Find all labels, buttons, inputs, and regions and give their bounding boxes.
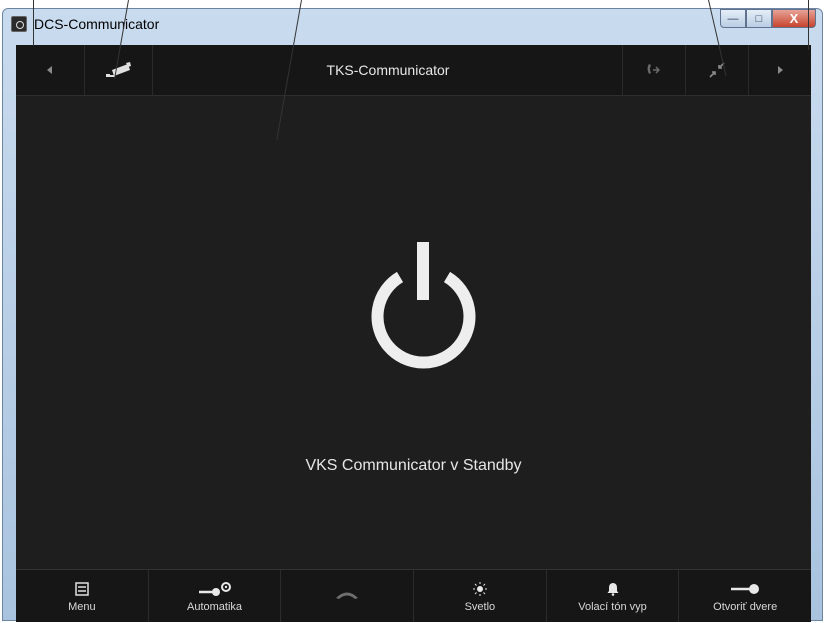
hangup-button[interactable] <box>281 570 415 622</box>
app-client-area: TKS-Communicator VKS Communicator v Stan… <box>16 45 811 622</box>
annotation-line <box>33 0 34 46</box>
top-toolbar: TKS-Communicator <box>16 45 811 96</box>
maximize-button[interactable]: □ <box>746 9 772 28</box>
menu-label: Menu <box>68 600 96 613</box>
open-door-button[interactable]: Otvoriť dvere <box>679 570 811 622</box>
minimize-button[interactable]: — <box>720 9 746 28</box>
previous-button[interactable] <box>16 45 84 95</box>
ringtone-off-label: Volací tón vyp <box>578 600 647 613</box>
chevron-right-icon <box>778 66 783 74</box>
call-transfer-icon <box>647 64 661 74</box>
app-icon[interactable] <box>11 16 27 32</box>
bell-icon <box>607 582 619 596</box>
menu-button[interactable]: Menu <box>16 570 149 622</box>
annotation-line <box>808 0 809 50</box>
automatika-label: Automatika <box>186 600 243 613</box>
standby-status-text: VKS Communicator v Standby <box>305 457 522 474</box>
video-area: VKS Communicator v Standby <box>16 96 811 568</box>
collapse-button[interactable] <box>685 45 748 95</box>
key-gear-icon <box>198 581 231 596</box>
light-icon <box>472 581 487 596</box>
svetlo-button[interactable]: Svetlo <box>414 570 547 622</box>
svetlo-label: Svetlo <box>464 600 496 613</box>
bottom-toolbar: Menu Automatika Svetlo Volací tón vyp Ot… <box>16 569 811 622</box>
chevron-left-icon <box>47 66 52 74</box>
next-button[interactable] <box>748 45 811 95</box>
key-icon <box>731 583 760 594</box>
automatika-button[interactable]: Automatika <box>149 570 282 622</box>
open-door-label: Otvoriť dvere <box>713 600 778 613</box>
toolbar-title: TKS-Communicator <box>152 45 623 95</box>
close-button[interactable]: X <box>772 9 816 28</box>
ringtone-off-button[interactable]: Volací tón vyp <box>547 570 680 622</box>
window-title: DCS-Communicator <box>34 16 160 32</box>
window-controls: — □ X <box>720 9 816 29</box>
camera-icon <box>105 62 131 77</box>
menu-icon <box>75 581 89 596</box>
hangup-icon <box>336 592 359 599</box>
call-transfer-button[interactable] <box>622 45 685 95</box>
power-icon[interactable] <box>366 242 481 372</box>
